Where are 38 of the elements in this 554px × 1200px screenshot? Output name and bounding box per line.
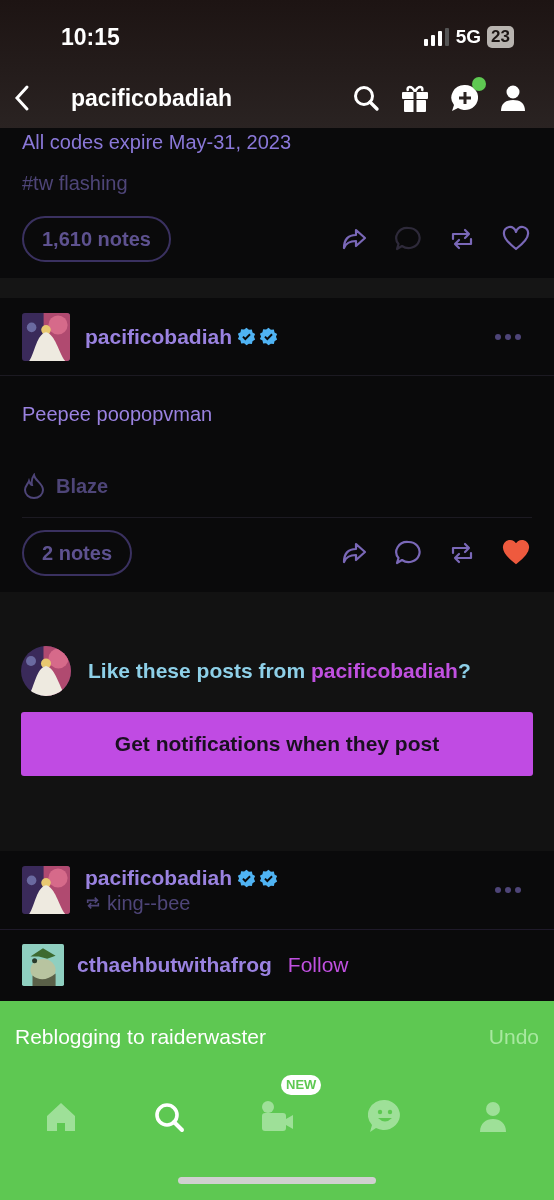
reblogged-from[interactable]: king--bee <box>107 891 191 915</box>
post-text: All codes expire May-31, 2023 <box>22 130 293 154</box>
network-label: 5G <box>455 24 482 49</box>
gift-icon[interactable] <box>400 83 430 113</box>
status-time: 10:15 <box>61 22 120 52</box>
tag-link[interactable]: #tw flashing <box>22 170 128 196</box>
post-text: Peepee poopopvman <box>22 402 214 427</box>
follow-link[interactable]: Follow <box>287 949 349 981</box>
undo-button[interactable]: Undo <box>488 1021 539 1053</box>
video-icon <box>259 1099 295 1133</box>
blaze-button[interactable]: Blaze <box>22 471 109 501</box>
heart-icon[interactable] <box>502 539 530 567</box>
heart-icon[interactable] <box>502 225 530 253</box>
more-icon[interactable] <box>494 332 522 341</box>
prompt-text: Like these posts from pacificobadiah? <box>88 658 471 685</box>
home-icon <box>45 1101 77 1133</box>
battery-indicator: 23 <box>487 26 514 48</box>
notes-button[interactable]: 2 notes <box>22 530 133 576</box>
smiley-chat-icon <box>368 1099 402 1133</box>
more-icon[interactable] <box>494 886 522 894</box>
notes-button[interactable]: 1,610 notes <box>22 216 171 262</box>
search-icon <box>153 1101 185 1133</box>
tab-button[interactable]: NEW <box>223 1073 331 1143</box>
toast-message: Reblogging to raiderwaster <box>15 1024 266 1051</box>
comment-icon[interactable] <box>394 539 422 567</box>
new-badge: NEW <box>281 1075 322 1095</box>
new-post-icon[interactable] <box>450 83 480 113</box>
account-icon[interactable] <box>500 84 526 112</box>
reblog-icon <box>85 895 101 911</box>
signal-icon <box>423 28 450 46</box>
flame-icon <box>22 473 46 499</box>
author-name: cthaehbutwithafrog <box>77 952 272 979</box>
nav-title: pacificobadiah <box>71 83 234 113</box>
author-name: pacificobadiah <box>85 865 233 891</box>
notifications-button[interactable]: Get notifications when they post <box>21 712 533 776</box>
author-name: pacificobadiah <box>85 323 233 350</box>
search-icon[interactable] <box>352 84 380 112</box>
account-icon <box>479 1101 507 1133</box>
